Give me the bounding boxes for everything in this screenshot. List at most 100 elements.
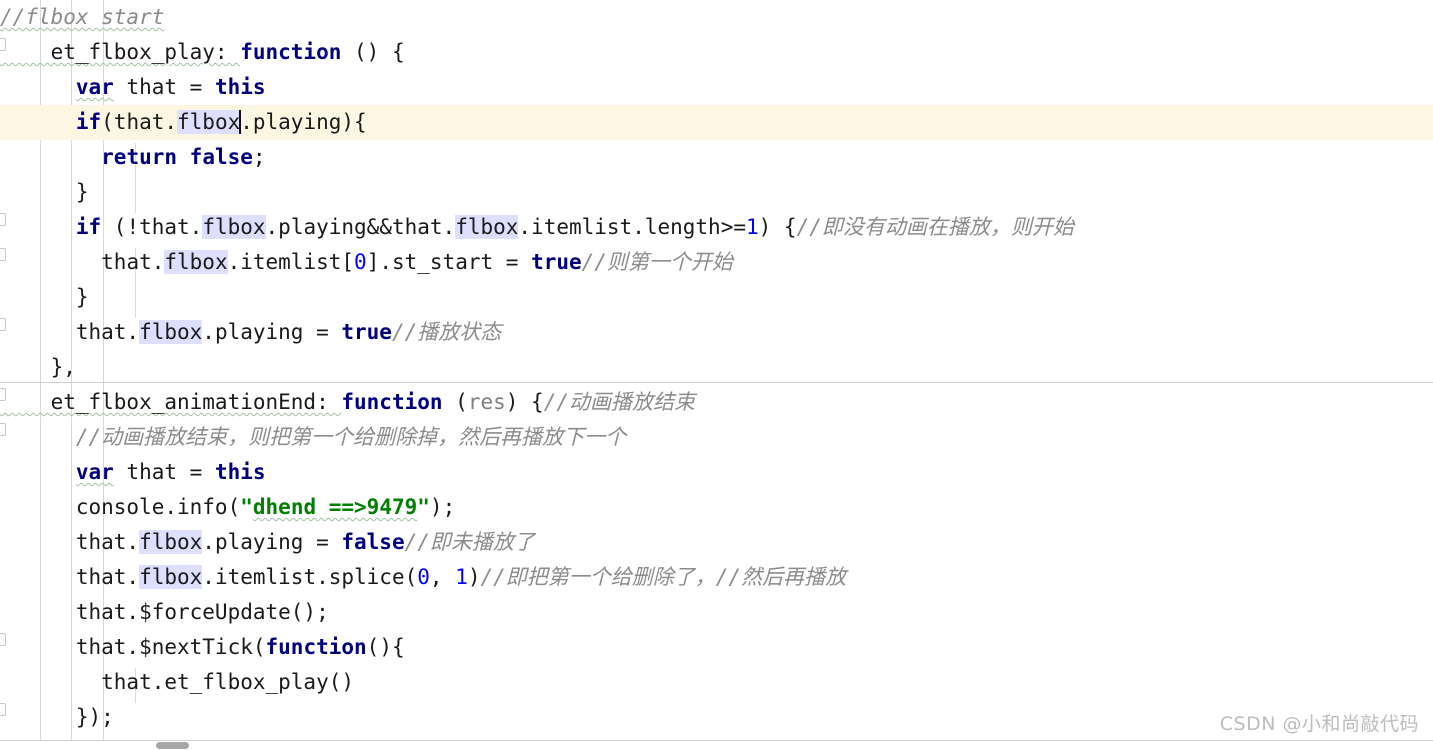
code-line-13[interactable]: //动画播放结束，则把第一个给删除掉，然后再播放下一个 <box>0 420 1433 455</box>
assignment: that = <box>113 460 215 484</box>
code-line-3[interactable]: var that = this <box>0 70 1433 105</box>
code-line-19[interactable]: that.$nextTick(function(){ <box>0 630 1433 665</box>
bottom-separator <box>0 740 1433 741</box>
occurrence-flbox: flbox <box>139 565 203 589</box>
keyword-function: function <box>265 635 367 659</box>
keyword-this: this <box>214 460 266 484</box>
assignment: that = <box>113 75 215 99</box>
expr-c: ].st_start = <box>366 250 532 274</box>
code-line-20[interactable]: that.et_flbox_play() <box>0 665 1433 700</box>
close-paren-semi: }); <box>0 705 114 729</box>
code-line-10[interactable]: that.flbox.playing = true//播放状态 <box>0 315 1433 350</box>
expr-d: ) { <box>758 215 797 239</box>
keyword-var: var <box>75 460 114 484</box>
code-line-15[interactable]: console.info("dhend ==>9479"); <box>0 490 1433 525</box>
keyword-if: if <box>75 110 102 134</box>
code-line-6[interactable]: } <box>0 175 1433 210</box>
quote-open: " <box>240 495 253 519</box>
horizontal-scrollbar-thumb[interactable] <box>156 742 189 749</box>
method-name: et_flbox_play: <box>0 40 241 64</box>
literal-number: 1 <box>745 215 759 239</box>
expr-b: .playing = <box>202 530 342 554</box>
comment-token: //动画播放结束 <box>543 390 695 414</box>
keyword-return: return <box>101 145 178 169</box>
code-line-11[interactable]: }, <box>0 350 1433 385</box>
expr-a: (!that. <box>101 215 203 239</box>
expr-suffix: .playing){ <box>240 110 367 134</box>
close-brace: } <box>0 180 89 204</box>
close-brace-comma: }, <box>0 355 76 379</box>
comment-token: //动画播放结束，则把第一个给删除掉，然后再播放下一个 <box>75 425 627 449</box>
literal-true: true <box>531 250 582 274</box>
keyword-if: if <box>75 215 102 239</box>
literal-false: false <box>341 530 405 554</box>
expr-a: that. <box>75 565 140 589</box>
code-line-8[interactable]: that.flbox.itemlist[0].st_start = true//… <box>0 245 1433 280</box>
code-line-5[interactable]: return false; <box>0 140 1433 175</box>
keyword-function: function <box>341 390 443 414</box>
code-line-9[interactable]: } <box>0 280 1433 315</box>
parameter-res: res <box>467 390 506 414</box>
comment-token: //即没有动画在播放，则开始 <box>796 215 1074 239</box>
paren-open: (){ <box>366 635 405 659</box>
literal-false: false <box>189 145 253 169</box>
occurrence-flbox: flbox <box>455 215 519 239</box>
expr-prefix: (that. <box>101 110 178 134</box>
literal-true: true <box>341 320 392 344</box>
csdn-watermark: CSDN @小和尚敲代码 <box>1219 713 1419 735</box>
code-line-1[interactable]: //flbox start <box>0 0 1433 35</box>
expr-b: .playing = <box>202 320 342 344</box>
code-line-7[interactable]: if (!that.flbox.playing&&that.flbox.item… <box>0 210 1433 245</box>
occurrence-flbox: flbox <box>177 110 241 134</box>
console-info-call: console.info( <box>75 495 241 519</box>
literal-number: 1 <box>455 565 468 589</box>
expr-a: that. <box>75 530 140 554</box>
close-brace: } <box>0 285 89 309</box>
code-line-14[interactable]: var that = this <box>0 455 1433 490</box>
semicolon: ; <box>252 145 266 169</box>
occurrence-flbox: flbox <box>202 215 266 239</box>
expr-a: that. <box>75 320 140 344</box>
string-literal: dhend ==>9479 <box>252 495 418 519</box>
literal-number: 0 <box>417 565 430 589</box>
code-editor[interactable]: //flbox start et_flbox_play: function ()… <box>0 0 1433 750</box>
quote-close: " <box>417 495 430 519</box>
code-line-2[interactable]: et_flbox_play: function () { <box>0 35 1433 70</box>
code-line-18[interactable]: that.$forceUpdate(); <box>0 595 1433 630</box>
expr-c: .itemlist.length>= <box>518 215 746 239</box>
paren-open: ( <box>442 390 468 414</box>
force-update-call: that.$forceUpdate(); <box>0 600 329 624</box>
comment-token: //播放状态 <box>391 320 502 344</box>
method-name: et_flbox_animationEnd: <box>0 390 342 414</box>
comment-token: //即把第一个给删除了，//然后再播放 <box>480 565 847 589</box>
expr-b: .playing&&that. <box>265 215 456 239</box>
call-end: ); <box>429 495 456 519</box>
next-tick-call: that.$nextTick( <box>75 635 266 659</box>
comment-token: //则第一个开始 <box>581 250 733 274</box>
keyword-function: function <box>240 40 342 64</box>
keyword-var: var <box>75 75 114 99</box>
paren-close: ) { <box>505 390 544 414</box>
code-line-12[interactable]: et_flbox_animationEnd: function (res) {/… <box>0 385 1433 420</box>
expr-b: .itemlist.splice( <box>202 565 418 589</box>
expr-a: that. <box>101 250 165 274</box>
code-line-4[interactable]: if(that.flbox.playing){ <box>0 105 1433 140</box>
code-line-21[interactable]: }); <box>0 700 1433 735</box>
literal-number: 0 <box>354 250 367 274</box>
occurrence-flbox: flbox <box>139 320 203 344</box>
occurrence-flbox: flbox <box>139 530 203 554</box>
code-line-17[interactable]: that.flbox.itemlist.splice(0, 1)//即把第一个给… <box>0 560 1433 595</box>
code-line-16[interactable]: that.flbox.playing = false//即未播放了 <box>0 525 1433 560</box>
comment-token: //即未播放了 <box>404 530 535 554</box>
